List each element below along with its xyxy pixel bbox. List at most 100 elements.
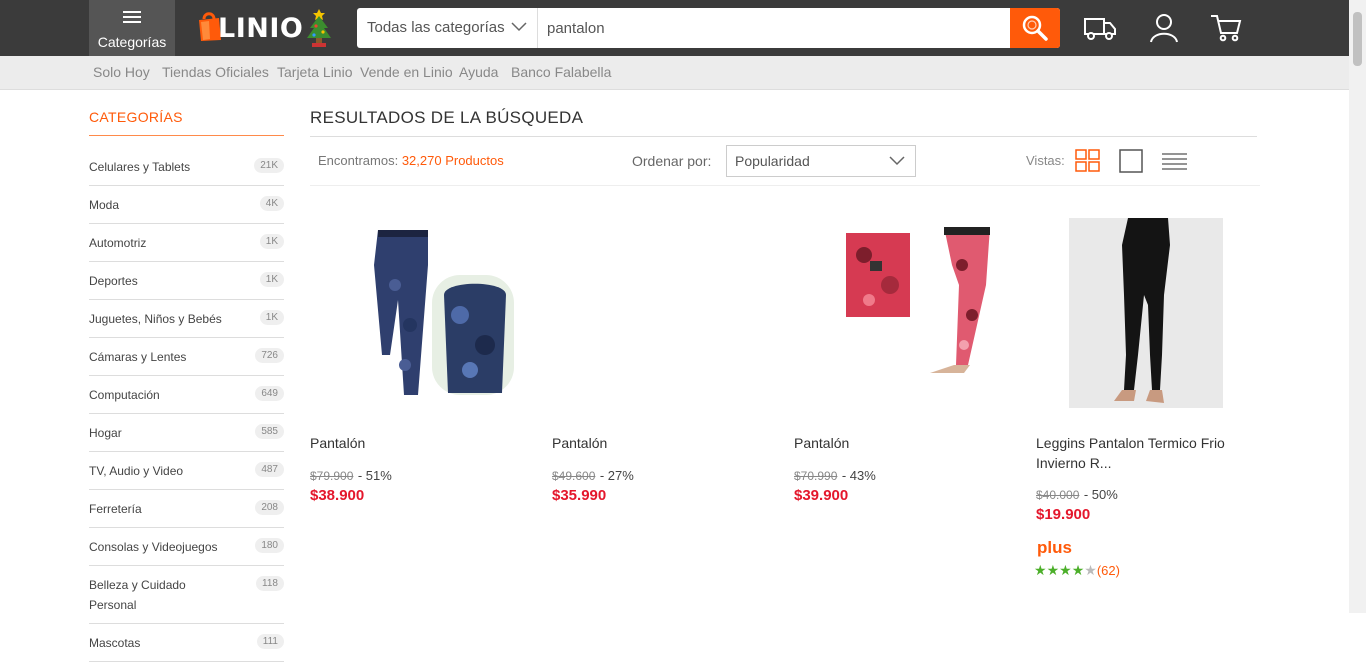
category-label: Mascotas	[89, 636, 141, 650]
list-view-icon[interactable]	[1162, 149, 1188, 173]
category-count: 118	[256, 576, 284, 591]
product-old-price: $49.600	[552, 469, 596, 483]
product-price-row: $79.900 - 51%	[310, 467, 392, 485]
category-item[interactable]: Deportes 1K	[89, 262, 284, 300]
page-scrollbar[interactable]	[1349, 0, 1366, 613]
category-count: 1K	[259, 310, 284, 325]
results-divider	[310, 136, 1257, 137]
product-price-row: $40.000 - 50%	[1036, 486, 1118, 504]
subnav-tarjeta-linio[interactable]: Tarjeta Linio	[277, 64, 353, 80]
category-item[interactable]: Mascotas 111	[89, 624, 284, 662]
category-item[interactable]: Celulares y Tablets 21K	[89, 148, 284, 186]
top-bar: Categorías LINIO Todas las categorías	[0, 0, 1349, 56]
category-count: 111	[256, 634, 284, 649]
grid-view-icon[interactable]	[1075, 149, 1101, 173]
product-title[interactable]: Leggins Pantalon Termico Frio Invierno R…	[1036, 433, 1236, 473]
views-label: Vistas:	[1026, 153, 1065, 168]
product-old-price: $79.900	[310, 469, 354, 483]
subnav-tiendas-oficiales[interactable]: Tiendas Oficiales	[162, 64, 269, 80]
category-item[interactable]: Cámaras y Lentes 726	[89, 338, 284, 376]
category-item[interactable]: Juguetes, Niños y Bebés 1K	[89, 300, 284, 338]
category-list: Celulares y Tablets 21K Moda 4K Automotriz…	[89, 148, 284, 662]
product-price: $19.900	[1036, 506, 1091, 523]
category-label: Belleza y Cuidado Personal	[89, 578, 186, 612]
product-rating[interactable]: ★★★★★(62)	[1034, 562, 1120, 579]
secondary-nav: Solo Hoy Tiendas Oficiales Tarjeta Linio…	[0, 56, 1349, 90]
category-item[interactable]: Consolas y Videojuegos 180	[89, 528, 284, 566]
chevron-down-icon	[511, 22, 527, 32]
category-count: 487	[255, 462, 284, 477]
results-count: Encontramos: 32,270 Productos	[318, 153, 504, 168]
product-image[interactable]	[552, 205, 782, 415]
product-image[interactable]	[1036, 205, 1266, 415]
category-count: 1K	[259, 272, 284, 287]
category-label: Computación	[89, 388, 160, 402]
search-category-value: Todas las categorías	[367, 19, 505, 36]
categories-menu-button[interactable]: Categorías	[89, 0, 175, 56]
review-count[interactable]: (62)	[1097, 563, 1120, 578]
category-item[interactable]: TV, Audio y Video 487	[89, 452, 284, 490]
category-label: Moda	[89, 198, 120, 212]
category-label: TV, Audio y Video	[89, 464, 184, 478]
category-item[interactable]: Hogar 585	[89, 414, 284, 452]
product-price-row: $49.600 - 27%	[552, 467, 634, 485]
category-count: 21K	[254, 158, 284, 173]
star-empty-icon: ★	[1084, 562, 1097, 578]
linio-logo[interactable]: LINIO	[198, 8, 338, 48]
product-discount: - 51%	[357, 468, 392, 483]
product-price: $39.900	[794, 487, 849, 504]
search-category-select[interactable]: Todas las categorías	[357, 8, 538, 48]
subnav-banco-falabella[interactable]: Banco Falabella	[511, 64, 611, 80]
christmas-tree-icon	[307, 9, 331, 47]
cart-icon[interactable]	[1209, 12, 1243, 44]
product-price: $38.900	[310, 487, 365, 504]
sidebar-divider	[89, 135, 284, 136]
results-count-value: 32,270 Productos	[401, 153, 504, 168]
plus-badge: plus	[1037, 538, 1072, 557]
subnav-solo-hoy[interactable]: Solo Hoy	[93, 64, 150, 80]
category-item[interactable]: Belleza y Cuidado Personal 118	[89, 566, 284, 624]
shipping-truck-icon[interactable]	[1083, 12, 1117, 44]
category-label: Ferretería	[89, 502, 142, 516]
category-item[interactable]: Ferretería 208	[89, 490, 284, 528]
product-old-price: $40.000	[1036, 488, 1080, 502]
product-title[interactable]: Pantalón	[310, 433, 510, 453]
category-count: 585	[255, 424, 284, 439]
search-bar: Todas las categorías	[357, 8, 1060, 48]
results-count-prefix: Encontramos:	[318, 153, 399, 168]
product-title[interactable]: Pantalón	[794, 433, 994, 453]
sort-select[interactable]: Popularidad	[726, 145, 916, 177]
product-old-price: $70.990	[794, 469, 838, 483]
category-item[interactable]: Moda 4K	[89, 186, 284, 224]
search-input[interactable]	[538, 8, 1010, 48]
category-label: Juguetes, Niños y Bebés	[89, 312, 222, 326]
scrollbar-thumb[interactable]	[1353, 12, 1362, 66]
category-item[interactable]: Computación 649	[89, 376, 284, 414]
search-button[interactable]	[1010, 8, 1060, 48]
subnav-ayuda[interactable]: Ayuda	[459, 64, 498, 80]
hamburger-icon	[123, 11, 141, 23]
product-price-row: $70.990 - 43%	[794, 467, 876, 485]
product-discount: - 43%	[841, 468, 876, 483]
product-discount: - 50%	[1083, 487, 1118, 502]
results-title: RESULTADOS DE LA BÚSQUEDA	[310, 108, 584, 127]
category-count: 1K	[259, 234, 284, 249]
category-label: Automotriz	[89, 236, 147, 250]
chevron-down-icon	[889, 156, 905, 166]
category-count: 649	[255, 386, 284, 401]
toolbar-divider	[310, 185, 1260, 186]
star-icon: ★	[1046, 562, 1060, 578]
category-count: 180	[255, 538, 284, 553]
product-image[interactable]	[794, 205, 1024, 415]
sort-label: Ordenar por:	[632, 153, 712, 169]
sidebar-title: CATEGORÍAS	[89, 109, 183, 125]
product-image[interactable]	[310, 205, 540, 415]
star-icon: ★	[1034, 562, 1047, 578]
user-icon[interactable]	[1147, 12, 1181, 44]
category-item[interactable]: Automotriz 1K	[89, 224, 284, 262]
product-title[interactable]: Pantalón	[552, 433, 752, 453]
category-label: Hogar	[89, 426, 122, 440]
subnav-vende-en-linio[interactable]: Vende en Linio	[360, 64, 453, 80]
category-count: 208	[255, 500, 284, 515]
single-view-icon[interactable]	[1119, 149, 1145, 173]
